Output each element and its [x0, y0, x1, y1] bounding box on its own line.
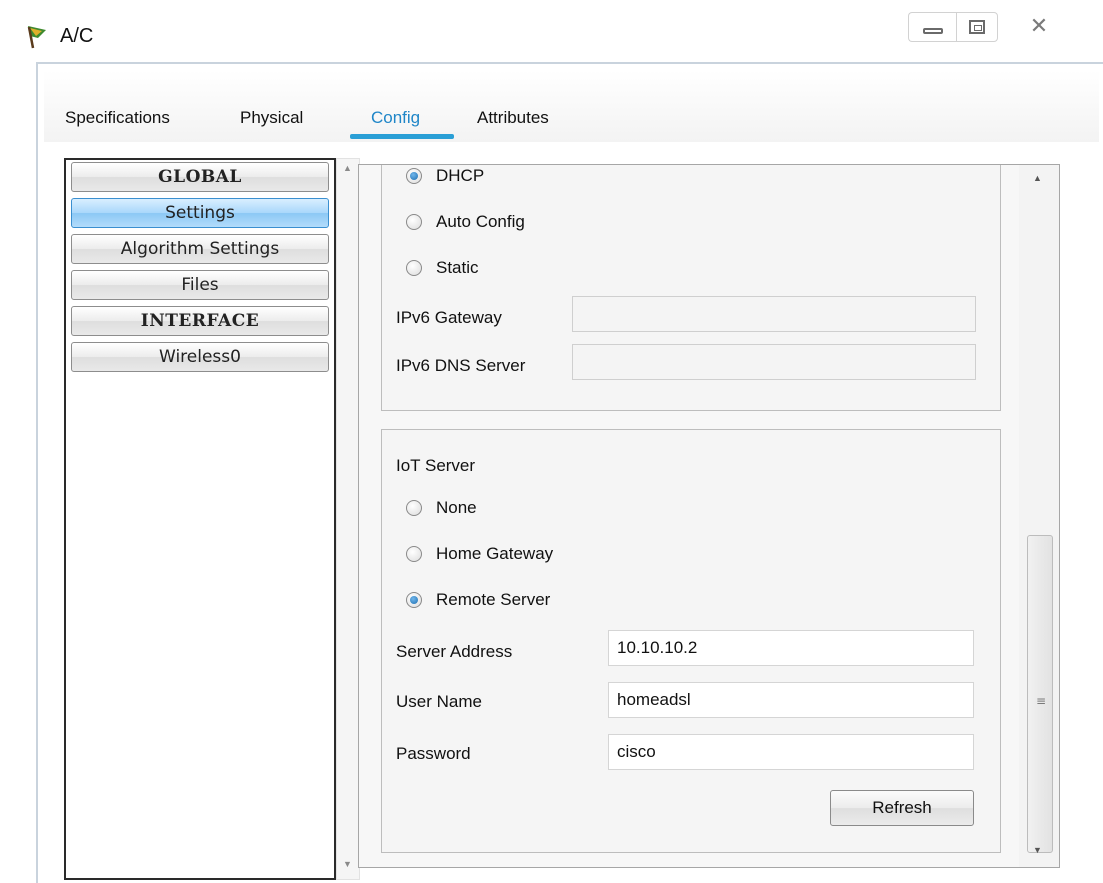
active-tab-indicator	[350, 134, 454, 139]
ipv6-config-section: DHCP Auto Config Static IPv6 Gateway IPv…	[381, 165, 1001, 411]
radio-remote-server-label: Remote Server	[436, 590, 551, 609]
settings-panel: DHCP Auto Config Static IPv6 Gateway IPv…	[358, 164, 1060, 868]
radio-static-label: Static	[436, 258, 479, 277]
minimize-button[interactable]	[908, 12, 956, 42]
window-title: A/C	[60, 25, 94, 47]
tab-physical[interactable]: Physical	[240, 108, 303, 128]
radio-auto-config[interactable]: Auto Config	[406, 212, 525, 232]
radio-dhcp-indicator[interactable]	[406, 168, 422, 184]
radio-none-label: None	[436, 498, 477, 517]
radio-none[interactable]: None	[406, 498, 477, 518]
ipv6-gateway-field[interactable]	[572, 296, 976, 332]
scroll-down-icon[interactable]: ▼	[1033, 845, 1042, 855]
settings-scrollbar[interactable]: ▲ ≡ ▼	[1019, 165, 1059, 867]
tab-specifications[interactable]: Specifications	[65, 108, 170, 128]
maximize-button[interactable]	[956, 12, 998, 42]
title-bar: A/C ✕	[0, 0, 1103, 62]
iot-server-section: IoT Server None Home Gateway Remote Serv…	[381, 429, 1001, 853]
radio-remote-server[interactable]: Remote Server	[406, 590, 550, 610]
nav-item-algorithm-settings[interactable]: Algorithm Settings	[71, 234, 329, 264]
user-name-field[interactable]: homeadsl	[608, 682, 974, 718]
refresh-button[interactable]: Refresh	[830, 790, 974, 826]
scroll-up-icon[interactable]: ▲	[343, 163, 352, 173]
radio-auto-config-indicator[interactable]	[406, 214, 422, 230]
close-button[interactable]: ✕	[1012, 12, 1066, 42]
app-icon	[27, 26, 46, 49]
scroll-down-icon[interactable]: ▼	[343, 859, 352, 869]
radio-dhcp-label: DHCP	[436, 166, 485, 185]
tab-config[interactable]: Config	[371, 108, 420, 128]
server-address-field[interactable]: 10.10.10.2	[608, 630, 974, 666]
minimize-icon	[922, 28, 943, 34]
settings-nav-list: GLOBAL Settings Algorithm Settings Files…	[64, 158, 336, 880]
radio-home-gateway-indicator[interactable]	[406, 546, 422, 562]
tab-attributes[interactable]: Attributes	[477, 108, 549, 128]
nav-item-wireless0[interactable]: Wireless0	[71, 342, 329, 372]
password-label: Password	[396, 744, 471, 763]
window-controls: ✕	[908, 12, 1098, 46]
close-icon: ✕	[1029, 14, 1049, 39]
radio-remote-server-indicator[interactable]	[406, 592, 422, 608]
scroll-up-icon[interactable]: ▲	[1033, 173, 1042, 183]
server-address-label: Server Address	[396, 642, 513, 661]
radio-home-gateway[interactable]: Home Gateway	[406, 544, 553, 564]
user-name-label: User Name	[396, 692, 482, 711]
iot-server-title: IoT Server	[396, 456, 476, 475]
main-window: Specifications Physical Config Attribute…	[36, 62, 1103, 883]
ipv6-dns-server-label: IPv6 DNS Server	[396, 356, 526, 375]
ipv6-gateway-label: IPv6 Gateway	[396, 308, 502, 327]
nav-global-header[interactable]: GLOBAL	[71, 162, 329, 192]
password-field[interactable]: cisco	[608, 734, 974, 770]
radio-dhcp[interactable]: DHCP	[406, 166, 484, 186]
nav-scrollbar[interactable]: ▲ ▼	[336, 158, 360, 880]
radio-auto-config-label: Auto Config	[436, 212, 525, 231]
ipv6-dns-server-field[interactable]	[572, 344, 976, 380]
radio-static-indicator[interactable]	[406, 260, 422, 276]
nav-interface-header[interactable]: INTERFACE	[71, 306, 329, 336]
nav-item-settings[interactable]: Settings	[71, 198, 329, 228]
nav-item-files[interactable]: Files	[71, 270, 329, 300]
radio-static[interactable]: Static	[406, 258, 479, 278]
maximize-icon	[969, 20, 985, 34]
radio-home-gateway-label: Home Gateway	[436, 544, 554, 563]
scrollbar-thumb[interactable]: ≡	[1027, 535, 1053, 853]
radio-none-indicator[interactable]	[406, 500, 422, 516]
grip-icon: ≡	[1036, 694, 1047, 708]
tab-bar: Specifications Physical Config Attribute…	[44, 70, 1099, 142]
